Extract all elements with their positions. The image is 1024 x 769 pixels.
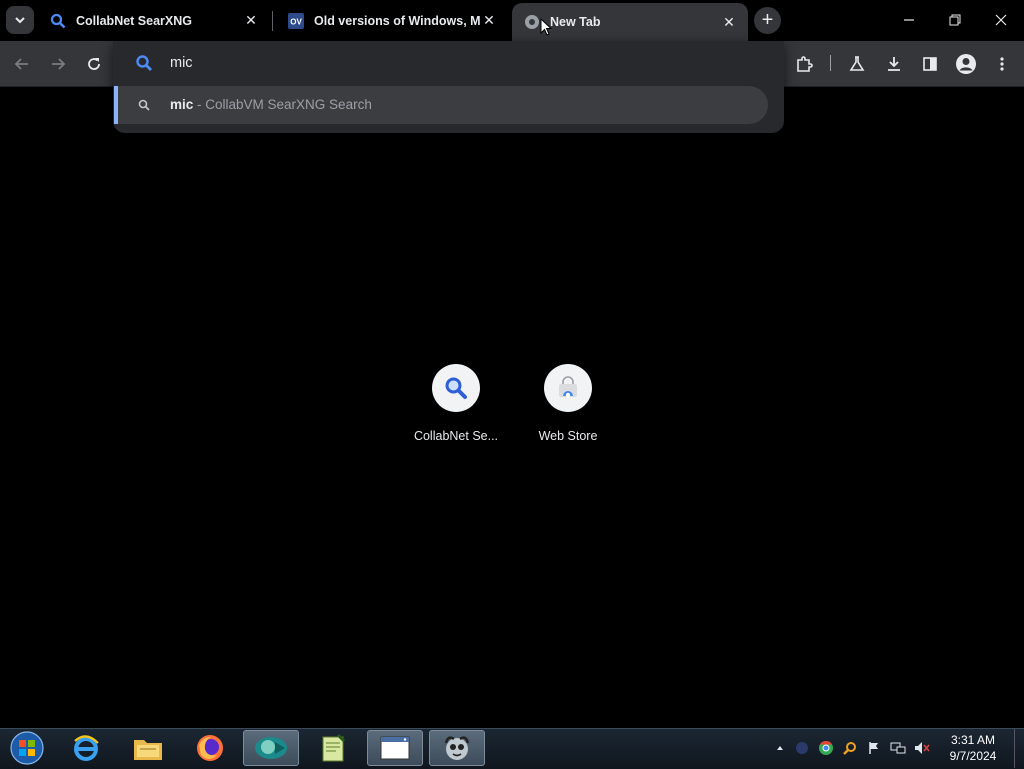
volume-muted-icon <box>915 742 930 754</box>
minimize-button[interactable] <box>886 0 932 40</box>
close-icon[interactable]: ✕ <box>242 12 260 30</box>
tab-title: CollabNet SearXNG <box>76 13 193 28</box>
shortcut-icon <box>544 364 592 412</box>
close-icon[interactable]: ✕ <box>480 12 498 30</box>
tray-overflow-button[interactable] <box>772 740 788 756</box>
forward-button[interactable] <box>44 50 72 78</box>
shortcut-web-store[interactable]: Web Store <box>512 360 624 450</box>
minimize-icon <box>904 19 914 21</box>
taskbar-clock[interactable]: 3:31 AM 9/7/2024 <box>935 732 1011 764</box>
toolbar-divider <box>830 55 831 71</box>
extensions-button[interactable] <box>790 50 818 78</box>
puzzle-icon <box>797 56 813 72</box>
suggestion-text: mic - CollabVM SearXNG Search <box>170 97 372 112</box>
tab-search-button[interactable] <box>6 6 34 34</box>
reload-button[interactable] <box>80 50 108 78</box>
network-icon <box>890 742 906 754</box>
suggestion-highlight-bar <box>114 86 118 124</box>
taskbar-chrome[interactable] <box>243 730 299 766</box>
shortcut-label: CollabNet Se... <box>413 429 499 443</box>
avatar-icon <box>956 54 976 74</box>
download-icon <box>888 57 900 71</box>
arrow-right-icon <box>52 58 66 70</box>
reload-icon <box>88 58 100 70</box>
start-button[interactable] <box>6 729 48 767</box>
circle-app-icon <box>796 742 808 754</box>
shortcut-collabnet-searxng[interactable]: CollabNet Se... <box>400 360 512 450</box>
svg-text:OV: OV <box>290 17 302 26</box>
close-icon <box>995 14 1007 26</box>
tab-collabnet-searxng[interactable]: CollabNet SearXNG ✕ <box>38 0 270 41</box>
tab-title: Old versions of Windows, Mac <box>314 13 480 28</box>
chrome-icon <box>819 740 833 755</box>
side-panel-button[interactable] <box>916 50 944 78</box>
caret-up-icon <box>777 746 783 750</box>
clock-time: 3:31 AM <box>950 733 996 747</box>
suggestion-query: mic <box>170 97 194 112</box>
taskbar-notepad-plus[interactable] <box>305 730 361 766</box>
close-window-button[interactable] <box>978 0 1024 40</box>
tab-separator <box>272 11 273 31</box>
show-desktop-button[interactable] <box>1014 729 1024 768</box>
internet-explorer-icon <box>74 735 99 761</box>
labs-button[interactable] <box>843 50 871 78</box>
flask-icon <box>849 56 865 71</box>
taskbar-napster[interactable] <box>429 730 485 766</box>
kebab-menu-icon <box>1000 57 1004 71</box>
taskbar-file-explorer[interactable] <box>120 730 176 766</box>
arrow-left-icon <box>14 58 28 70</box>
search-icon <box>50 13 66 29</box>
firefox-icon <box>197 735 223 761</box>
restore-icon <box>949 14 961 26</box>
tray-app-icon-1[interactable] <box>794 740 810 756</box>
profile-button[interactable] <box>952 50 980 78</box>
clock-date: 9/7/2024 <box>949 749 997 763</box>
omnibox[interactable] <box>113 41 784 85</box>
file-explorer-icon <box>134 740 162 760</box>
tray-network[interactable] <box>890 740 906 756</box>
magnifier-icon <box>843 742 856 755</box>
menu-button[interactable] <box>988 50 1016 78</box>
tray-search-icon[interactable] <box>842 740 858 756</box>
notepad-plus-icon <box>322 733 346 762</box>
back-button[interactable] <box>8 50 36 78</box>
search-icon <box>136 97 152 113</box>
windows-orb-icon <box>10 731 44 765</box>
close-icon[interactable]: ✕ <box>720 13 738 31</box>
chrome-app-icon <box>255 737 287 759</box>
webstore-icon <box>559 376 577 398</box>
tab-old-versions[interactable]: OV Old versions of Windows, Mac ✕ <box>276 0 508 41</box>
tray-chrome-icon[interactable] <box>818 740 834 756</box>
flag-icon <box>869 742 878 754</box>
search-icon <box>445 377 467 399</box>
taskbar-firefox[interactable] <box>182 730 238 766</box>
ov-logo-icon: OV <box>288 12 304 29</box>
napster-icon <box>444 736 470 760</box>
taskbar-internet-explorer[interactable] <box>58 730 114 766</box>
downloads-button[interactable] <box>880 50 908 78</box>
search-icon <box>135 54 153 72</box>
shortcut-icon <box>432 364 480 412</box>
shortcut-label: Web Store <box>538 429 598 443</box>
plus-icon: + <box>761 9 774 31</box>
taskbar-window-app[interactable] <box>367 730 423 766</box>
suggestion-provider: - CollabVM SearXNG Search <box>193 97 372 112</box>
restore-button[interactable] <box>932 0 978 40</box>
tab-title: New Tab <box>550 15 601 29</box>
chrome-globe-icon <box>524 14 540 30</box>
omnibox-input[interactable] <box>170 53 730 73</box>
tray-volume[interactable] <box>914 740 930 756</box>
mouse-cursor-icon <box>540 18 552 36</box>
chevron-down-icon <box>15 17 25 24</box>
new-tab-button[interactable]: + <box>754 7 781 34</box>
window-app-icon <box>380 736 410 760</box>
omnibox-suggestion[interactable]: mic - CollabVM SearXNG Search <box>114 86 768 124</box>
tray-action-center[interactable] <box>866 740 882 756</box>
side-panel-icon <box>923 57 937 71</box>
